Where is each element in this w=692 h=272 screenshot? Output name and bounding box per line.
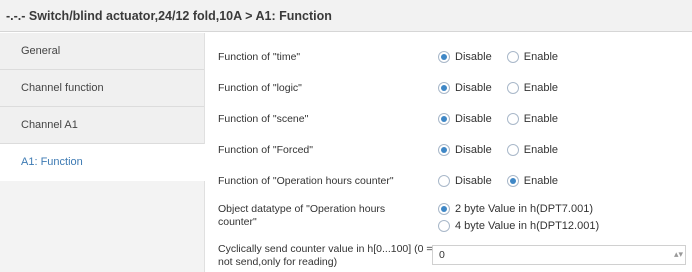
param-label-time: Function of "time" — [218, 51, 301, 63]
radio-icon — [438, 144, 450, 156]
option-scene-enable[interactable]: Enable — [506, 112, 558, 126]
param-label-logic: Function of "logic" — [218, 82, 302, 94]
option-datatype-4byte[interactable]: 4 byte Value in h(DPT12.001) — [438, 219, 599, 233]
radio-icon — [506, 113, 519, 125]
spinner-icon[interactable]: ▴▾ — [674, 249, 683, 260]
param-label-cyclic-send: Cyclically send counter value in h[0...1… — [218, 243, 433, 268]
option-logic-enable[interactable]: Enable — [506, 81, 558, 95]
option-logic-disable[interactable]: Disable — [438, 81, 492, 95]
option-operation-hours-disable[interactable]: Disable — [438, 174, 492, 188]
radio-icon — [506, 82, 519, 94]
radio-icon — [438, 220, 450, 232]
radio-icon — [506, 175, 519, 187]
option-time-enable[interactable]: Enable — [506, 50, 558, 64]
option-forced-enable[interactable]: Enable — [506, 143, 558, 157]
radio-icon — [438, 203, 450, 215]
radio-icon — [438, 175, 450, 187]
param-label-operation-hours: Function of "Operation hours counter" — [218, 175, 394, 187]
option-scene-disable[interactable]: Disable — [438, 112, 492, 126]
radio-icon — [438, 82, 450, 94]
window-title: -.-.- Switch/blind actuator,24/12 fold,1… — [0, 0, 692, 32]
param-label-scene: Function of "scene" — [218, 113, 309, 125]
option-datatype-2byte[interactable]: 2 byte Value in h(DPT7.001) — [438, 202, 599, 216]
cyclic-send-input[interactable]: 0 ▴▾ — [432, 245, 686, 265]
option-time-disable[interactable]: Disable — [438, 50, 492, 64]
radio-icon — [438, 113, 450, 125]
sidebar: General Channel function Channel A1 A1: … — [0, 33, 205, 272]
radio-icon — [506, 51, 519, 63]
param-label-datatype: Object datatype of "Operation hours coun… — [218, 203, 386, 228]
radio-icon — [438, 51, 450, 63]
parameter-panel: Function of "time" Disable Enable Functi… — [206, 33, 692, 272]
option-operation-hours-enable[interactable]: Enable — [506, 174, 558, 188]
param-label-forced: Function of "Forced" — [218, 144, 313, 156]
sidebar-item-channel-function[interactable]: Channel function — [0, 70, 204, 107]
sidebar-item-general[interactable]: General — [0, 33, 204, 70]
sidebar-item-a1-function[interactable]: A1: Function — [0, 144, 205, 181]
sidebar-item-channel-a1[interactable]: Channel A1 — [0, 107, 204, 144]
option-forced-disable[interactable]: Disable — [438, 143, 492, 157]
radio-icon — [506, 144, 519, 156]
